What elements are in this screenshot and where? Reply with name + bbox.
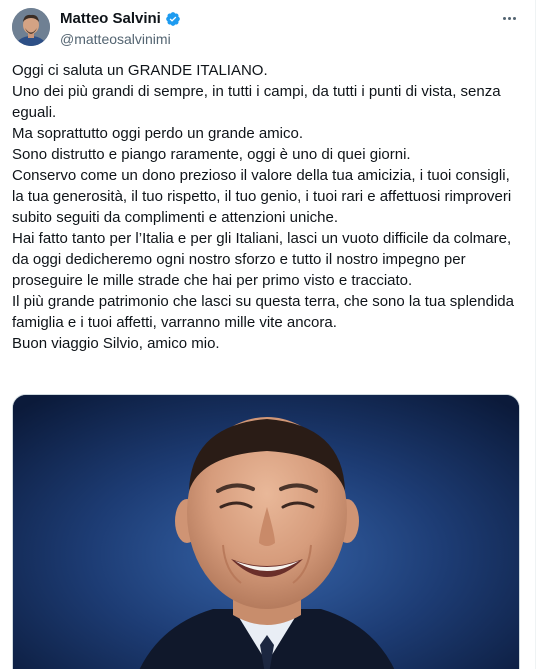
avatar-photo <box>12 8 50 46</box>
tweet-paragraph: Sono distrutto e piango raramente, oggi … <box>12 146 411 163</box>
portrait-photo <box>13 395 519 669</box>
verified-badge-icon <box>165 11 181 27</box>
tweet-paragraph: Oggi ci saluta un GRANDE ITALIANO. <box>12 62 268 79</box>
tweet-paragraph: Conservo come un dono prezioso il valore… <box>12 167 512 226</box>
more-horizontal-icon[interactable] <box>497 8 521 28</box>
tweet-media-photo[interactable] <box>12 394 520 669</box>
avatar[interactable] <box>12 8 50 46</box>
tweet-paragraph: Ma soprattutto oggi perdo un grande amic… <box>12 125 304 142</box>
tweet-paragraph: Buon viaggio Silvio, amico mio. <box>12 335 220 352</box>
tweet-paragraph: Hai fatto tanto per l’Italia e per gli I… <box>12 230 512 289</box>
dot <box>512 16 516 20</box>
name-row: Matteo Salvini <box>60 10 181 28</box>
dot <box>502 16 506 20</box>
tweet-paragraph: Il più grande patrimonio che lasci su qu… <box>12 293 514 331</box>
display-name[interactable]: Matteo Salvini <box>60 10 161 28</box>
user-handle[interactable]: @matteosalvinimi <box>60 30 171 48</box>
tweet-text: Oggi ci saluta un GRANDE ITALIANO. Uno d… <box>12 60 524 354</box>
tweet-card: Matteo Salvini @matteosalvinimi Oggi ci … <box>0 0 536 669</box>
tweet-header: Matteo Salvini @matteosalvinimi <box>12 8 523 48</box>
tweet-paragraph: Uno dei più grandi di sempre, in tutti i… <box>12 83 501 121</box>
dot <box>507 16 511 20</box>
